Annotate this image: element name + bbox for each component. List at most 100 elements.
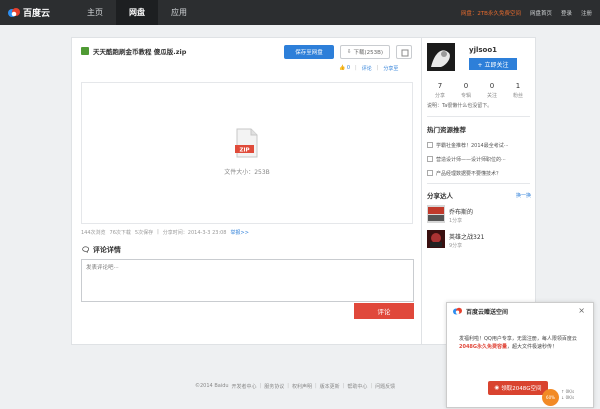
download-arrow-icon: ⇩ bbox=[346, 49, 352, 55]
grid-icon bbox=[401, 49, 409, 57]
sharer-thumbnail bbox=[427, 230, 445, 248]
footer-link[interactable]: 版本更新 bbox=[320, 383, 340, 390]
stat-label: 分享 bbox=[434, 93, 445, 99]
user-bio: 说明：Ta很懒什么也没留下。 bbox=[427, 103, 493, 109]
report-link[interactable]: 举报>> bbox=[231, 229, 249, 236]
footer-link[interactable]: 权利声明 bbox=[292, 383, 312, 390]
more-options-button[interactable] bbox=[396, 45, 412, 59]
follow-button[interactable]: + 立即关注 bbox=[469, 58, 517, 70]
like-button[interactable]: 👍 0 bbox=[339, 65, 350, 72]
checkbox-icon bbox=[427, 142, 433, 148]
list-item[interactable]: 产品经理数据要不要懂技术？ bbox=[427, 166, 531, 180]
stat-albums[interactable]: 0 专辑 bbox=[453, 82, 479, 99]
stat-number: 0 bbox=[463, 82, 469, 90]
footer-link[interactable]: 问题反馈 bbox=[375, 383, 395, 390]
list-item[interactable]: 营造设计师——设计师职位的··· bbox=[427, 152, 531, 166]
download-speed: 0K/s bbox=[565, 395, 575, 400]
checkbox-icon bbox=[427, 156, 433, 162]
register-link[interactable]: 注册 bbox=[581, 9, 592, 17]
file-title: 天天酷跑刷金币教程 傻瓜版.zip bbox=[81, 46, 186, 56]
claim-space-button[interactable]: ◉ 领取2048G空间 bbox=[488, 381, 548, 395]
user-stats: 7 分享 0 专辑 0 关注 1 粉丝 bbox=[427, 82, 531, 99]
sharers-header: 分享达人 换一换 bbox=[427, 190, 531, 200]
hot-item-label: 学霸社金推荐！2014最全考试··· bbox=[436, 142, 509, 149]
qq-icon: ◉ bbox=[494, 385, 500, 391]
download-count: 76次下载 bbox=[109, 230, 131, 236]
stat-fans[interactable]: 1 粉丝 bbox=[505, 82, 531, 99]
comment-link[interactable]: 评论 bbox=[362, 65, 372, 72]
zip-archive-icon: ZIP bbox=[235, 128, 258, 158]
avatar[interactable] bbox=[427, 43, 455, 71]
close-icon[interactable]: × bbox=[578, 306, 585, 315]
footer-link[interactable]: 开发者中心 bbox=[232, 383, 257, 390]
popup-text: 发福利啦！QQ用户专享，无需注册，每人限领百度云 bbox=[459, 336, 577, 342]
hot-resources-list: 学霸社金推荐！2014最全考试··· 营造设计师——设计师职位的··· 产品经理… bbox=[427, 138, 531, 180]
sharer-thumbnail bbox=[427, 205, 445, 223]
logo-text: 百度云 bbox=[23, 9, 51, 19]
zip-file-icon bbox=[81, 47, 89, 55]
submit-comment-button[interactable]: 评论 bbox=[354, 303, 414, 319]
comment-bubble-icon: 🗨 bbox=[81, 246, 90, 254]
stat-following[interactable]: 0 关注 bbox=[479, 82, 505, 99]
upload-arrow-icon: ↑ bbox=[561, 389, 565, 394]
svg-text:ZIP: ZIP bbox=[239, 147, 249, 153]
divider bbox=[427, 116, 530, 117]
hot-resources-title: 热门资源推荐 bbox=[427, 126, 466, 134]
list-item[interactable]: 学霸社金推荐！2014最全考试··· bbox=[427, 138, 531, 152]
file-actions: 👍 0 | 评论 | 分享至 bbox=[339, 65, 398, 72]
comments-title: 评论详情 bbox=[92, 246, 121, 254]
speed-widget: 60% ↑ 0K/s ↓ 0K/s bbox=[542, 388, 592, 408]
popup-body: 发福利啦！QQ用户专享，无需注册，每人限领百度云 2048G永久免费容量，超大文件… bbox=[459, 335, 585, 351]
footer-link[interactable]: 服务协议 bbox=[264, 383, 284, 390]
sharer-count: 9分享 bbox=[449, 243, 463, 249]
view-count: 144次浏览 bbox=[81, 230, 106, 236]
promo-popup: 百度云赠送空间 × 发福利啦！QQ用户专享，无需注册，每人限领百度云 2048G永… bbox=[446, 302, 594, 408]
sharer-item[interactable]: 乔布斯的 1分享 bbox=[427, 205, 531, 229]
divider bbox=[427, 183, 530, 184]
login-link[interactable]: 登录 bbox=[561, 9, 572, 17]
refresh-sharers-link[interactable]: 换一换 bbox=[516, 192, 531, 199]
separator: | bbox=[157, 229, 159, 235]
hot-item-label: 产品经理数据要不要懂技术？ bbox=[436, 170, 502, 177]
sharer-name: 英雄之战321 bbox=[449, 234, 485, 241]
share-time: 分享时间：2014-3-3 23:08 bbox=[162, 230, 227, 236]
logo[interactable]: 百度云 bbox=[7, 5, 65, 20]
upload-speed: 0K/s bbox=[565, 389, 575, 394]
claim-label: 领取2048G空间 bbox=[501, 386, 542, 392]
download-label: 下载(253B) bbox=[353, 50, 384, 56]
top-bar: 百度云 主页 网盘 应用 网盘：2TB永久免费空间 网盘首页 登录 注册 bbox=[0, 0, 600, 25]
promo-link[interactable]: 网盘：2TB永久免费空间 bbox=[461, 9, 521, 17]
separator: | bbox=[287, 383, 289, 389]
user-name[interactable]: yjlsoo1 bbox=[469, 46, 497, 54]
stat-label: 粉丝 bbox=[512, 93, 523, 99]
hot-item-label: 营造设计师——设计师职位的··· bbox=[436, 156, 506, 163]
download-arrow-icon: ↓ bbox=[561, 395, 565, 400]
footer-link[interactable]: 帮助中心 bbox=[347, 383, 367, 390]
comment-input[interactable] bbox=[81, 259, 414, 302]
stat-shares[interactable]: 7 分享 bbox=[427, 82, 453, 99]
speed-readout: ↑ 0K/s ↓ 0K/s bbox=[561, 389, 574, 401]
stat-number: 7 bbox=[437, 82, 443, 90]
save-label: 保存至网盘 bbox=[295, 50, 323, 56]
file-size: 文件大小：253B bbox=[224, 169, 270, 176]
stat-label: 专辑 bbox=[460, 93, 471, 99]
popup-title: 百度云赠送空间 bbox=[466, 309, 509, 316]
file-preview: ZIP 文件大小：253B bbox=[81, 82, 413, 224]
netdisk-home-link[interactable]: 网盘首页 bbox=[530, 9, 552, 17]
popup-highlight: 2048G永久免费容量 bbox=[459, 344, 508, 350]
download-button[interactable]: ⇩ 下载(253B) bbox=[340, 45, 390, 59]
nav-home[interactable]: 主页 bbox=[74, 0, 116, 25]
popup-text: ，超大文件极速秒传！ bbox=[507, 344, 558, 350]
avatar-image bbox=[427, 43, 455, 71]
popup-header: 百度云赠送空间 bbox=[452, 307, 508, 316]
separator: | bbox=[355, 65, 357, 71]
speed-badge[interactable]: 60% bbox=[542, 389, 559, 406]
file-panel: 天天酷跑刷金币教程 傻瓜版.zip 保存至网盘 ⇩ 下载(253B) 👍 0 |… bbox=[71, 37, 422, 345]
thumbs-up-icon: 👍 bbox=[339, 65, 346, 71]
sharer-item[interactable]: 英雄之战321 9分享 bbox=[427, 230, 531, 254]
save-to-netdisk-button[interactable]: 保存至网盘 bbox=[284, 45, 334, 59]
nav-apps[interactable]: 应用 bbox=[158, 0, 200, 25]
nav-netdisk[interactable]: 网盘 bbox=[116, 0, 158, 25]
separator: | bbox=[314, 383, 317, 389]
share-to-link[interactable]: 分享至 bbox=[383, 65, 398, 72]
